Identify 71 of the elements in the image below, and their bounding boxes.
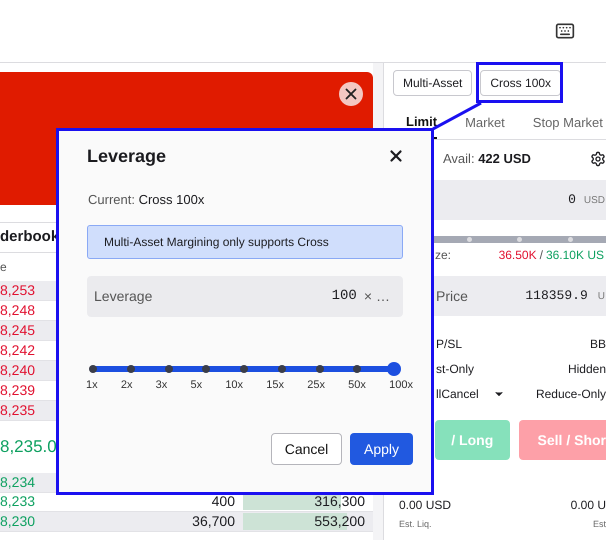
bid-total: 316,300 (314, 492, 365, 512)
slider-tick (164, 364, 172, 372)
option-label[interactable]: BB (590, 334, 606, 352)
bid-amount: 36,700 (191, 512, 235, 531)
bid-price: 8,230 (0, 512, 36, 531)
option-label[interactable]: llCancel (436, 384, 479, 402)
option-label[interactable]: Hidden (568, 360, 606, 378)
slider-tick (240, 364, 248, 372)
current-leverage: Current: Cross 100x (87, 191, 206, 209)
ask-price: 8,245 (0, 321, 36, 340)
cost-value: 0.00 USD (399, 497, 452, 514)
ask-price: 8,240 (0, 361, 36, 380)
slider-mark-label: 100x (389, 378, 413, 392)
option-label[interactable]: st-Only (436, 360, 474, 378)
mid-price: 8,235.0 (0, 436, 57, 458)
slider-thumb[interactable] (387, 362, 401, 376)
order-type-tab[interactable]: Stop Market (532, 110, 603, 139)
size-sell: 36.50K (498, 247, 537, 264)
ask-price: 8,235 (0, 401, 36, 420)
slider-tick (278, 364, 286, 372)
amount-unit: USD (584, 194, 605, 208)
order-type-tab[interactable]: Market (465, 110, 505, 139)
cost-value: 0.00 U (570, 497, 606, 514)
leverage-field[interactable]: Leverage 100 × … (87, 276, 403, 316)
liquidation-label: Est (592, 518, 606, 531)
close-button[interactable] (339, 82, 363, 106)
slider-mark-label: 25x (307, 378, 325, 392)
price-unit: U (598, 290, 605, 304)
ask-price: 8,239 (0, 381, 36, 400)
slider-mark-label: 2x (120, 378, 132, 392)
bid-total: 553,200 (314, 512, 365, 531)
size-separator: / (540, 247, 543, 264)
settings-icon[interactable] (590, 150, 606, 166)
bid-amount: 400 (210, 492, 235, 512)
amount-value: 0 (568, 191, 576, 210)
slider-mark-label: 3x (156, 378, 168, 392)
liquidation-label: Est. Liq. (399, 518, 432, 531)
slider-mark-label: 50x (348, 378, 366, 392)
info-notice: Multi-Asset Margining only supports Cross (87, 224, 403, 258)
slider-mark-label: 1x (86, 378, 98, 392)
slider-tick (316, 364, 324, 372)
dialog-title: Leverage (87, 144, 166, 168)
slider-track[interactable] (434, 236, 606, 242)
slider-tick (89, 364, 97, 372)
slider-mark-label: 10x (225, 378, 244, 392)
slider-tick (202, 364, 210, 372)
slider-tick (126, 364, 135, 372)
ask-price: 8,253 (0, 281, 36, 300)
ask-price: 8,242 (0, 341, 36, 360)
leverage-slider[interactable] (89, 362, 401, 376)
slider-tick (353, 364, 362, 372)
option-label[interactable]: P/SL (436, 334, 462, 352)
price-value: 118359.9 (525, 287, 588, 306)
orderbook-title: derbook (0, 227, 60, 248)
keyboard-icon[interactable] (555, 21, 575, 41)
apply-button[interactable]: Apply (350, 433, 413, 465)
available-balance: Avail: 422 USD (443, 150, 531, 168)
ask-price: 8,248 (0, 301, 36, 320)
slider-mark-label: 5x (190, 378, 202, 392)
option-label[interactable]: Reduce-Only (536, 384, 606, 402)
margin-mode-button[interactable]: Multi-Asset (393, 70, 472, 96)
price-label: Price (436, 286, 468, 306)
size-buy: 36.10K US (546, 247, 604, 264)
column-header: e (0, 259, 7, 276)
margin-mode-button[interactable]: Cross 100x (480, 70, 562, 96)
cancel-button[interactable]: Cancel (271, 433, 342, 465)
size-label: ze: (435, 247, 452, 264)
orderbook-row[interactable]: 8,230 36,700 553,200 (0, 512, 373, 532)
slider-mark-label: 15x (266, 378, 284, 392)
bid-price: 8,234 (0, 472, 36, 492)
bid-price: 8,233 (0, 492, 36, 512)
